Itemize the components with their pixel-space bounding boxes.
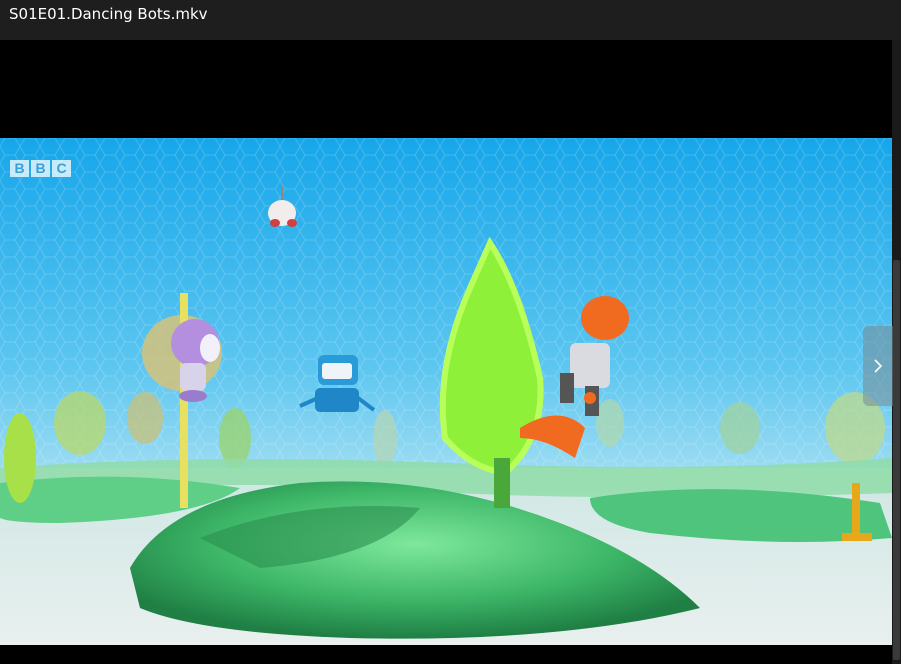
next-button[interactable] [863, 326, 893, 406]
watermark-letter: B [31, 160, 50, 177]
title-bar: S01E01.Dancing Bots.mkv [0, 0, 901, 40]
chevron-right-icon [874, 359, 883, 373]
vertical-scrollbar[interactable] [892, 40, 901, 664]
scrollbar-thumb[interactable] [893, 260, 900, 660]
video-scene [0, 138, 892, 645]
watermark-letter: C [52, 160, 71, 177]
window-title: S01E01.Dancing Bots.mkv [9, 5, 208, 23]
bbc-watermark: B B C [10, 160, 71, 177]
video-frame[interactable]: B B C [0, 138, 892, 645]
watermark-letter: B [10, 160, 29, 177]
